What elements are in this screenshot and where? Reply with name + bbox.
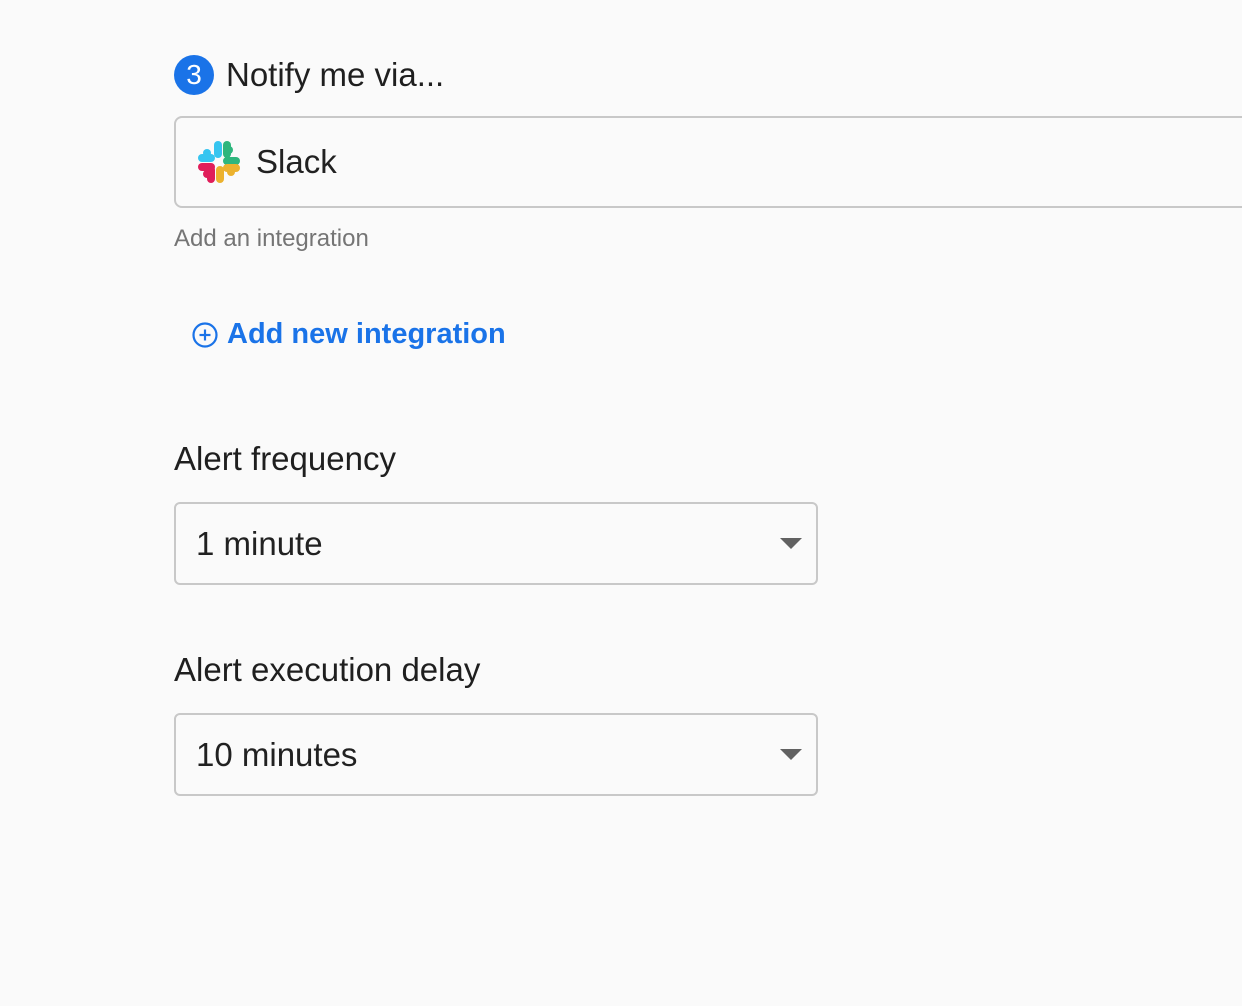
- integration-helper-text: Add an integration: [174, 225, 369, 252]
- add-new-integration-button[interactable]: Add new integration: [192, 318, 506, 351]
- slack-logo-icon: [198, 141, 240, 183]
- plus-circle-icon: [192, 321, 218, 348]
- caret-down-icon: [780, 749, 802, 760]
- alert-execution-delay-value: 10 minutes: [196, 735, 358, 773]
- alert-execution-delay-label: Alert execution delay: [174, 651, 481, 688]
- add-new-integration-label: Add new integration: [227, 318, 506, 350]
- integration-selector[interactable]: Slack: [174, 116, 1242, 208]
- step-number-badge: 3: [174, 55, 214, 95]
- alert-frequency-value: 1 minute: [196, 524, 323, 562]
- alert-frequency-select[interactable]: 1 minute: [174, 502, 818, 585]
- caret-down-icon: [780, 538, 802, 549]
- alert-frequency-label: Alert frequency: [174, 440, 396, 477]
- alert-execution-delay-select[interactable]: 10 minutes: [174, 713, 818, 796]
- notify-section-header: 3 Notify me via...: [174, 54, 444, 96]
- integration-name: Slack: [256, 143, 337, 180]
- section-title: Notify me via...: [226, 56, 445, 93]
